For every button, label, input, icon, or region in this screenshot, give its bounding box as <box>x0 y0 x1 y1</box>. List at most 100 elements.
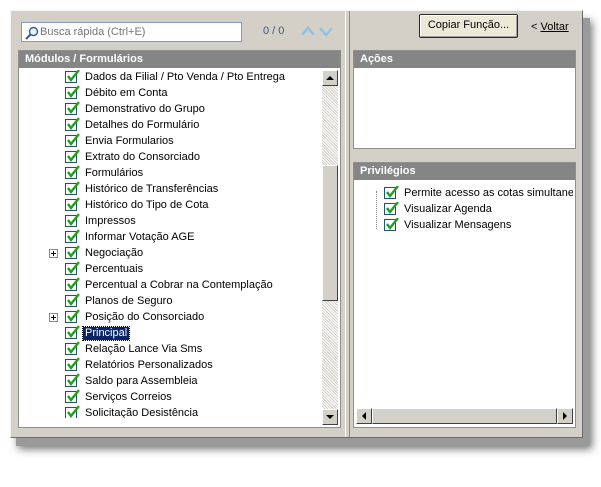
search-box[interactable] <box>21 22 242 42</box>
module-checkbox[interactable] <box>65 277 80 291</box>
tree-item-label: Serviços Correios <box>85 391 172 403</box>
tree-item[interactable]: Negociação <box>19 245 322 262</box>
module-checkbox[interactable] <box>65 245 80 259</box>
check-icon <box>67 309 80 322</box>
tree-item[interactable]: Saldo para Assembleia <box>19 373 322 390</box>
privilege-checkbox[interactable] <box>384 202 399 215</box>
privileges-horizontal-scrollbar[interactable] <box>356 408 573 424</box>
tree-item[interactable]: Envia Formularios <box>19 133 322 150</box>
horizontal-scroll-thumb[interactable] <box>372 408 557 424</box>
check-icon <box>67 245 80 258</box>
check-icon <box>67 277 80 290</box>
tree-item[interactable]: Relatórios Personalizados <box>19 357 322 374</box>
module-checkbox[interactable] <box>65 197 80 211</box>
module-checkbox[interactable] <box>65 293 80 307</box>
module-checkbox[interactable] <box>65 357 80 371</box>
privilege-checkbox[interactable] <box>384 186 399 199</box>
tree-item[interactable]: Percentual a Cobrar na Contemplação <box>19 277 322 294</box>
tree-item[interactable]: Percentuais <box>19 261 322 278</box>
scroll-thumb[interactable] <box>322 165 338 301</box>
tree-item[interactable]: Serviços Correios <box>19 389 322 406</box>
module-checkbox[interactable] <box>65 181 80 195</box>
check-icon <box>67 133 80 146</box>
tree-item-label: Principal <box>81 326 131 341</box>
check-icon <box>67 117 80 130</box>
module-checkbox[interactable] <box>65 229 80 243</box>
privilege-label: Visualizar Agenda <box>404 203 492 215</box>
tree-item[interactable]: Débito em Conta <box>19 85 322 102</box>
expand-icon[interactable] <box>49 313 58 322</box>
module-checkbox[interactable] <box>65 341 80 355</box>
tree-item[interactable]: Relação Lance Via Sms <box>19 341 322 358</box>
tree-item[interactable]: Planos de Seguro <box>19 293 322 310</box>
panel-splitter[interactable] <box>345 11 350 437</box>
tree-item-label: Informar Votação AGE <box>85 231 195 243</box>
module-checkbox[interactable] <box>65 373 80 387</box>
module-checkbox[interactable] <box>65 389 80 403</box>
tree-item-label: Relação Lance Via Sms <box>85 343 203 355</box>
scroll-down-button[interactable] <box>322 409 338 425</box>
module-checkbox[interactable] <box>65 85 80 99</box>
tree-item[interactable]: Extrato do Consorciado <box>19 149 322 166</box>
module-checkbox[interactable] <box>65 405 80 418</box>
module-checkbox[interactable] <box>65 165 80 179</box>
check-icon <box>67 261 80 274</box>
tree-item-label: Saldo para Assembleia <box>85 375 198 387</box>
check-icon <box>67 197 80 210</box>
tree-item-label: Relatórios Personalizados <box>85 359 213 371</box>
privilege-item[interactable]: Visualizar Agenda <box>378 202 573 218</box>
module-checkbox[interactable] <box>65 117 80 131</box>
tree-item[interactable]: Formulários <box>19 165 322 182</box>
tree-item-label: Detalhes do Formulário <box>85 119 200 131</box>
tree-item[interactable]: Principal <box>19 325 322 342</box>
tree-item[interactable]: Histórico do Tipo de Cota <box>19 197 322 214</box>
scroll-left-button[interactable] <box>356 408 372 424</box>
tree-item[interactable]: Solicitação Desistência <box>19 405 322 418</box>
search-icon <box>25 26 39 40</box>
module-checkbox[interactable] <box>65 309 80 323</box>
privilege-checkbox[interactable] <box>384 218 399 231</box>
module-checkbox[interactable] <box>65 149 80 163</box>
tree-item[interactable]: Dados da Filial / Pto Venda / Pto Entreg… <box>19 70 322 86</box>
module-checkbox[interactable] <box>65 101 80 115</box>
tree-item[interactable]: Impressos <box>19 213 322 230</box>
check-icon <box>67 149 80 162</box>
tree-item[interactable]: Histórico de Transferências <box>19 181 322 198</box>
privilege-label: Permite acesso as cotas simultaneamente <box>404 187 573 199</box>
tree-item[interactable]: Posição do Consorciado <box>19 309 322 326</box>
check-icon <box>67 341 80 354</box>
tree-item-label: Percentuais <box>85 263 144 275</box>
check-icon <box>67 213 80 226</box>
privilege-item[interactable]: Visualizar Mensagens <box>378 218 573 234</box>
tree-item-label: Histórico de Transferências <box>85 183 219 195</box>
check-icon <box>67 85 80 98</box>
chevron-down-icon[interactable] <box>319 25 333 37</box>
module-checkbox[interactable] <box>65 261 80 275</box>
privilege-item[interactable]: Permite acesso as cotas simultaneamente <box>378 186 573 202</box>
tree-item[interactable]: Demonstrativo do Grupo <box>19 101 322 118</box>
modules-vertical-scrollbar[interactable] <box>322 70 338 425</box>
search-input[interactable] <box>40 24 236 39</box>
check-icon <box>67 325 80 338</box>
expand-icon[interactable] <box>49 249 58 258</box>
check-icon <box>67 70 80 82</box>
back-button[interactable]: < Voltar <box>531 21 569 33</box>
tree-item-label: Negociação <box>85 247 144 259</box>
actions-panel-title: Ações <box>354 51 575 68</box>
scroll-up-button[interactable] <box>322 70 338 86</box>
chevron-up-icon[interactable] <box>301 25 315 37</box>
scroll-right-button[interactable] <box>557 408 573 424</box>
module-checkbox[interactable] <box>65 213 80 227</box>
module-checkbox[interactable] <box>65 70 80 83</box>
module-checkbox[interactable] <box>65 325 80 339</box>
copy-function-button[interactable]: Copiar Função... <box>419 14 518 38</box>
tree-item[interactable]: Informar Votação AGE <box>19 229 322 246</box>
tree-item-label: Demonstrativo do Grupo <box>85 103 205 115</box>
tree-item[interactable]: Detalhes do Formulário <box>19 117 322 134</box>
check-icon <box>67 357 80 370</box>
privileges-panel-title: Privilégios <box>354 163 575 180</box>
modules-tree: Dados da Filial / Pto Venda / Pto Entreg… <box>19 70 322 418</box>
search-result-counter: 0 / 0 <box>263 25 285 37</box>
module-checkbox[interactable] <box>65 133 80 147</box>
tree-item-label: Extrato do Consorciado <box>85 151 200 163</box>
